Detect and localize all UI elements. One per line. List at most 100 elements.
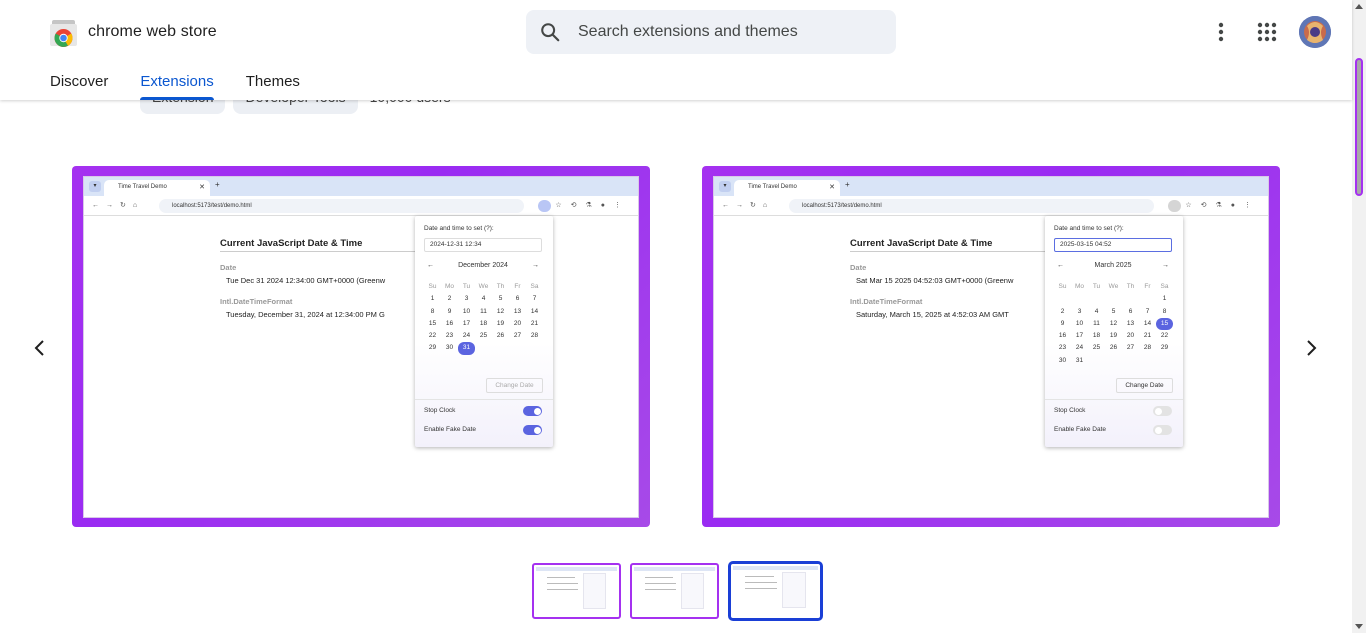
calendar-day: 2	[447, 295, 452, 303]
month-label: March 2025	[1094, 262, 1132, 269]
screenshot-slide-2[interactable]: ▾ Time Travel Demo ✕ + ←→↻⌂ localhost:517…	[702, 166, 1280, 527]
page-scrollbar[interactable]	[1352, 0, 1366, 633]
browser-tab-bar: ▾ Time Travel Demo ✕ +	[84, 177, 638, 196]
heading-divider	[220, 251, 420, 252]
calendar-day: 21	[1143, 332, 1152, 340]
calendar-day: 6	[1128, 307, 1133, 315]
calendar-day: 4	[481, 295, 486, 303]
calendar-day: 18	[479, 319, 488, 327]
weekday-label: Sa	[1160, 283, 1169, 290]
calendar-day	[1071, 293, 1088, 305]
calendar-day: 4	[1094, 307, 1099, 315]
browser-tab: Time Travel Demo ✕	[734, 180, 840, 196]
thumbnail-3[interactable]	[728, 561, 823, 621]
calendar-day: 10	[1075, 319, 1084, 327]
calendar-day	[1122, 355, 1139, 367]
calendar-day	[1088, 293, 1105, 305]
enable-fake-date-toggle	[1153, 425, 1172, 435]
calendar-day: 6	[515, 295, 520, 303]
new-tab-icon: +	[845, 180, 850, 189]
calendar-day	[492, 342, 509, 354]
calendar-day: 8	[430, 307, 435, 315]
calendar-day	[1054, 293, 1071, 305]
browser-url-bar: ←→↻⌂ localhost:5173/test/demo.html ☆⟲⚗●⋮	[714, 196, 1268, 216]
date-input: 2025-03-15 04:52	[1054, 238, 1172, 252]
weekday-label: Tu	[1092, 283, 1101, 290]
calendar-week: 8 9 10 11 12 13 14	[424, 306, 550, 318]
url-text: localhost:5173/test/demo.html	[789, 199, 1154, 213]
calendar-day: 27	[513, 332, 522, 340]
account-avatar[interactable]	[1299, 16, 1331, 48]
weekday-label: Fr	[1144, 283, 1151, 290]
weekday-row: Su Mo Tu We Th Fr Sa	[424, 281, 550, 293]
screenshot-slide-1[interactable]: ▾ Time Travel Demo ✕ + ←→↻⌂ localhost:517…	[72, 166, 650, 527]
calendar-grid: Su Mo Tu We Th Fr Sa 1 2 3 4 5 6 7 8 9 10 11 12 13 14 15 16 17 1…	[424, 281, 550, 355]
calendar-day: 10	[462, 307, 471, 315]
scrollbar-thumb[interactable]	[1355, 58, 1363, 196]
intl-value: Saturday, March 15, 2025 at 4:52:03 AM G…	[856, 310, 1009, 319]
date-input: 2024-12-31 12:34	[424, 238, 542, 252]
tab-extensions[interactable]: Extensions	[140, 73, 215, 100]
carousel-prev-icon[interactable]	[28, 336, 52, 360]
calendar-day: 16	[1058, 332, 1067, 340]
thumbnail-strip	[532, 561, 823, 621]
scroll-down-icon[interactable]	[1355, 624, 1363, 629]
chrome-web-store-logo[interactable]	[49, 18, 78, 47]
extension-icon	[1168, 200, 1181, 212]
thumbnail-1[interactable]	[532, 563, 621, 619]
calendar-day: 23	[1058, 344, 1067, 352]
calendar-day	[1105, 355, 1122, 367]
calendar-week: 2 3 4 5 6 7 8	[1054, 306, 1180, 318]
calendar-day: 24	[462, 332, 471, 340]
search-input[interactable]	[578, 10, 878, 54]
weekday-label: Mo	[444, 283, 455, 290]
stop-clock-label: Stop Clock	[1054, 407, 1086, 414]
calendar-day: 25	[479, 332, 488, 340]
date-label: Date	[220, 263, 237, 272]
weekday-label: Mo	[1074, 283, 1085, 290]
brand-name[interactable]: chrome web store	[88, 23, 217, 41]
calendar-day: 11	[1093, 319, 1100, 327]
tab-themes[interactable]: Themes	[246, 73, 300, 100]
tab-dropdown-icon: ▾	[719, 181, 731, 192]
calendar-day: 16	[445, 319, 454, 327]
calendar-day: 29	[428, 344, 437, 352]
calendar-day: 19	[1109, 332, 1118, 340]
carousel-next-icon[interactable]	[1299, 336, 1323, 360]
stop-clock-toggle	[1153, 406, 1172, 416]
calendar-day: 12	[496, 307, 505, 315]
calendar-week: 16 17 18 19 20 21 22	[1054, 330, 1180, 342]
intl-value: Tuesday, December 31, 2024 at 12:34:00 P…	[226, 310, 385, 319]
tab-dropdown-icon: ▾	[89, 181, 101, 192]
calendar-day: 2	[1060, 307, 1065, 315]
thumbnail-2[interactable]	[630, 563, 719, 619]
month-label: December 2024	[458, 262, 508, 269]
calendar-day: 18	[1092, 332, 1101, 340]
calendar-day: 29	[1160, 344, 1169, 352]
popup-divider	[415, 399, 553, 400]
more-options-icon[interactable]	[1208, 19, 1234, 45]
calendar-day: 7	[1145, 307, 1150, 315]
url-text: localhost:5173/test/demo.html	[159, 199, 524, 213]
search-box[interactable]	[526, 10, 896, 54]
calendar-day: 5	[498, 295, 503, 303]
calendar-day	[1088, 355, 1105, 367]
browser-toolbar-icons: ☆⟲⚗●⋮	[1185, 202, 1260, 209]
demo-heading: Current JavaScript Date & Time	[220, 238, 363, 249]
calendar-day: 1	[430, 295, 435, 303]
main-nav: Discover Extensions Themes	[50, 73, 300, 100]
browser-nav-icons: ←→↻⌂	[92, 202, 145, 209]
calendar-week: 1 2 3 4 5 6 7	[424, 293, 550, 305]
weekday-label: Su	[1058, 283, 1067, 290]
tab-discover[interactable]: Discover	[50, 73, 108, 100]
calendar-day: 22	[1160, 332, 1169, 340]
weekday-label: Fr	[514, 283, 521, 290]
scroll-up-icon[interactable]	[1355, 4, 1363, 9]
next-month-icon: →	[1162, 262, 1169, 269]
calendar-day: 9	[1060, 319, 1065, 327]
google-apps-icon[interactable]	[1254, 19, 1280, 45]
calendar-day	[1139, 355, 1156, 367]
intl-label: Intl.DateTimeFormat	[220, 297, 293, 306]
change-date-button: Change Date	[486, 378, 543, 393]
extension-popup: Date and time to set (?): 2025-03-15 04:…	[1045, 216, 1183, 447]
